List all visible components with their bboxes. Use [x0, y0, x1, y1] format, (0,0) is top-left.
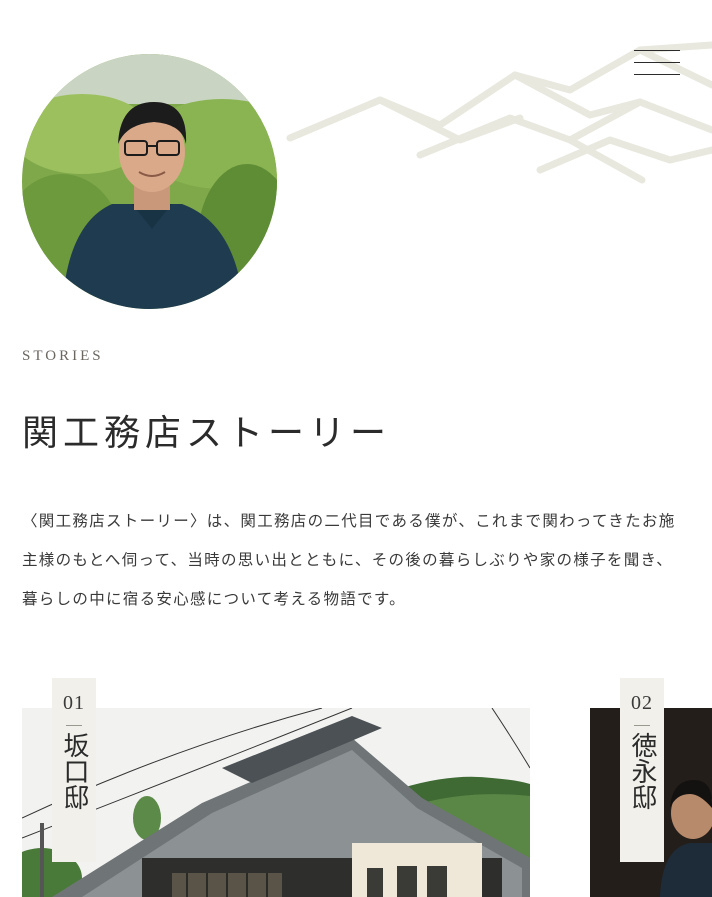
tag-divider [634, 725, 650, 726]
story-card-sakaguchi[interactable]: 01 坂口邸 [22, 678, 530, 897]
intro-text: 〈関工務店ストーリー〉は、関工務店の二代目である僕が、これまで関わってきたお施主… [22, 512, 676, 608]
menu-button[interactable] [634, 50, 680, 76]
hamburger-menu-icon [634, 50, 680, 51]
hamburger-line [634, 62, 680, 63]
portrait-photo [22, 54, 277, 309]
tag-divider [66, 725, 82, 726]
story-number: 01 [63, 692, 85, 714]
story-name: 坂口邸 [59, 732, 89, 810]
page-title: 関工務店ストーリー [22, 413, 392, 454]
story-number: 02 [631, 692, 653, 714]
section-label: STORIES [22, 348, 104, 364]
story-card-tokunaga[interactable]: 02 徳永邸 [590, 678, 712, 897]
hamburger-line [634, 74, 680, 75]
story-tag: 02 徳永邸 [620, 678, 664, 862]
story-photo-house [22, 708, 530, 897]
story-tag: 01 坂口邸 [52, 678, 96, 862]
story-name: 徳永邸 [627, 732, 657, 810]
